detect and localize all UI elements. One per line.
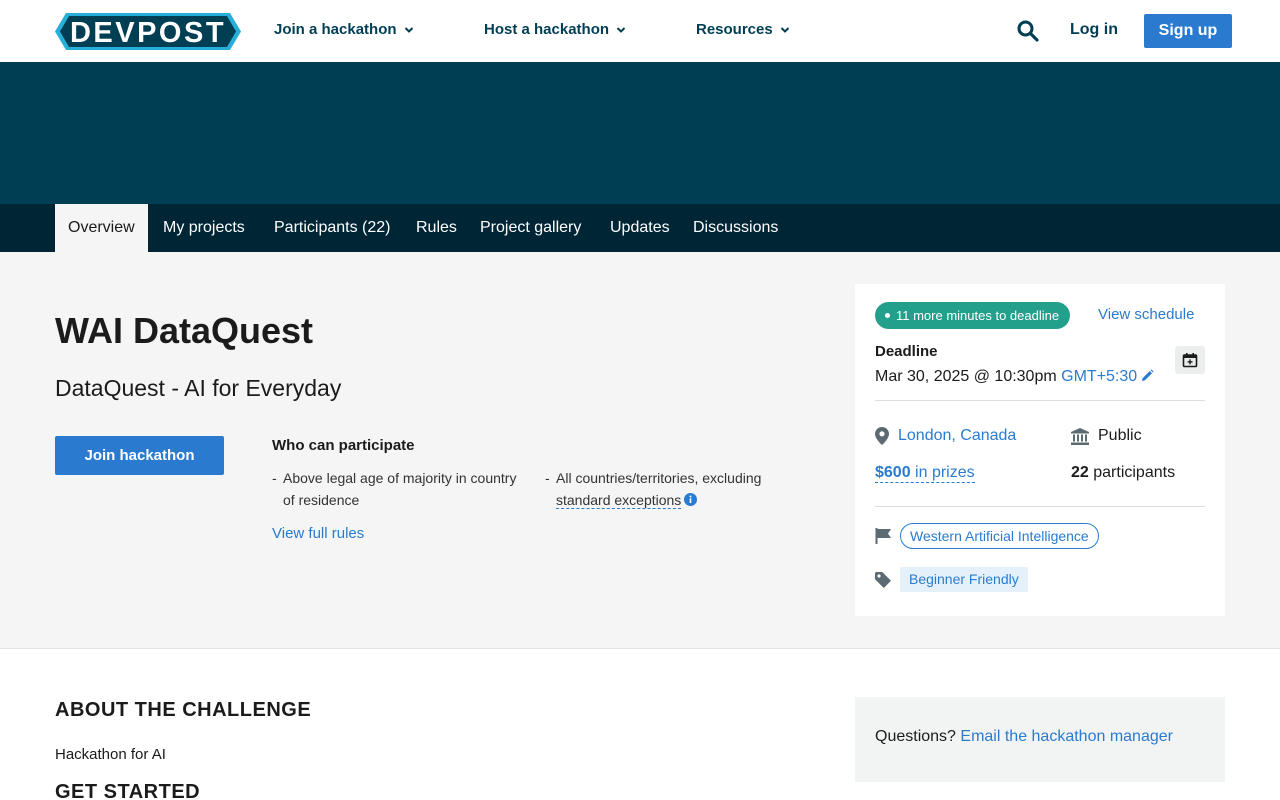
add-to-calendar-button[interactable]	[1175, 346, 1205, 374]
join-hackathon-label: Join a hackathon	[274, 21, 397, 38]
resources-menu[interactable]: Resources	[696, 21, 790, 38]
timezone-link[interactable]: GMT+5:30	[1061, 368, 1137, 385]
visibility-row: Public	[1071, 427, 1142, 445]
hackathon-tagline: DataQuest - AI for Everyday	[55, 375, 342, 401]
info-icon[interactable]	[684, 493, 698, 506]
tab-updates[interactable]: Updates	[610, 204, 670, 252]
tab-discussions[interactable]: Discussions	[693, 204, 778, 252]
flag-icon	[875, 528, 891, 544]
challenge-details-section: ABOUT THE CHALLENGE Hackathon for AI GET…	[0, 648, 1280, 800]
tag-icon	[875, 571, 891, 588]
host-row: Western Artificial Intelligence	[875, 523, 1099, 549]
about-heading: ABOUT THE CHALLENGE	[55, 699, 312, 721]
eligibility-line: Above legal age of majority in country	[283, 470, 517, 486]
tab-project-gallery[interactable]: Project gallery	[480, 204, 581, 252]
map-pin-icon	[875, 427, 889, 445]
about-text: Hackathon for AI	[55, 746, 166, 763]
signup-button[interactable]: Sign up	[1144, 14, 1232, 48]
questions-label: Questions?	[875, 728, 956, 745]
tab-overview[interactable]: Overview	[55, 204, 148, 252]
view-schedule-link[interactable]: View schedule	[1098, 306, 1194, 323]
top-navigation: DEVPOST Join a hackathon Host a hackatho…	[0, 0, 1280, 62]
tab-rules[interactable]: Rules	[416, 204, 457, 252]
calendar-add-icon	[1182, 353, 1198, 368]
pencil-icon[interactable]	[1141, 369, 1154, 382]
location-row: London, Canada	[875, 427, 1016, 445]
host-hackathon-menu[interactable]: Host a hackathon	[484, 21, 626, 38]
participants-row: 22 participants	[1071, 464, 1175, 482]
divider	[875, 506, 1205, 507]
join-hackathon-menu[interactable]: Join a hackathon	[274, 21, 414, 38]
eligibility-line: of residence	[283, 492, 360, 508]
tab-participants[interactable]: Participants (22)	[274, 204, 391, 252]
chevron-down-icon	[404, 26, 413, 33]
host-organization-tag[interactable]: Western Artificial Intelligence	[900, 523, 1099, 549]
deadline-status-text: 11 more minutes to deadline	[896, 308, 1060, 323]
deadline-status-badge: 11 more minutes to deadline	[875, 302, 1071, 329]
get-started-heading: GET STARTED	[55, 781, 201, 800]
divider	[875, 400, 1205, 401]
theme-row: Beginner Friendly	[875, 567, 1028, 592]
join-hackathon-button[interactable]: Join hackathon	[55, 436, 224, 475]
resources-label: Resources	[696, 21, 773, 38]
deadline-date: Mar 30, 2025 @ 10:30pm	[875, 368, 1057, 385]
eligibility-item: - All countries/territories, excluding s…	[545, 467, 795, 511]
standard-exceptions-link[interactable]: standard exceptions	[556, 492, 682, 509]
prize-amount: $600	[875, 464, 911, 481]
questions-box: Questions? Email the hackathon manager	[855, 697, 1225, 782]
eligibility-line: All countries/territories, excluding	[556, 470, 762, 486]
login-link[interactable]: Log in	[1070, 21, 1118, 39]
who-can-participate-heading: Who can participate	[272, 437, 415, 454]
devpost-logo[interactable]: DEVPOST	[55, 13, 241, 50]
prizes-link[interactable]: $600 in prizes	[875, 464, 975, 483]
eligibility-item: - Above legal age of majority in country…	[272, 467, 534, 511]
tab-my-projects[interactable]: My projects	[163, 204, 245, 252]
chevron-down-icon	[780, 26, 789, 33]
prize-suffix: in prizes	[915, 464, 975, 481]
logo-text: DEVPOST	[70, 17, 226, 49]
host-hackathon-label: Host a hackathon	[484, 21, 610, 38]
search-icon[interactable]	[1016, 19, 1040, 43]
page-title: WAI DataQuest	[55, 310, 314, 351]
chevron-down-icon	[616, 26, 626, 33]
participant-label: participants	[1093, 464, 1176, 481]
view-full-rules-link[interactable]: View full rules	[272, 525, 364, 542]
theme-tag[interactable]: Beginner Friendly	[900, 567, 1028, 592]
prizes-row: $600 in prizes	[875, 464, 975, 483]
email-manager-link[interactable]: Email the hackathon manager	[960, 728, 1173, 745]
hackathon-banner	[0, 62, 1280, 204]
deadline-label: Deadline	[875, 343, 938, 360]
deadline-datetime: Mar 30, 2025 @ 10:30pm GMT+5:30	[875, 368, 1154, 386]
status-dot-icon	[885, 313, 890, 318]
participant-count: 22	[1071, 464, 1089, 481]
hackathon-info-card: 11 more minutes to deadline View schedul…	[855, 284, 1225, 616]
institution-icon	[1071, 427, 1089, 445]
challenge-tabs: Overview My projects Participants (22) R…	[0, 204, 1280, 252]
visibility-text: Public	[1098, 427, 1142, 444]
location-link[interactable]: London, Canada	[898, 427, 1016, 445]
